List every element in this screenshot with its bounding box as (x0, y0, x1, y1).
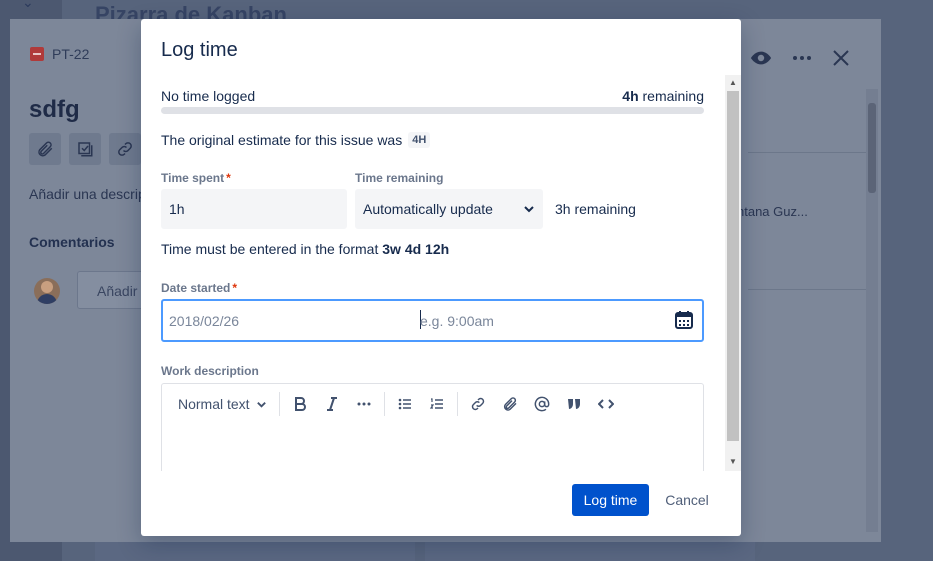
mention-button[interactable] (526, 390, 558, 418)
bullet-list-icon (398, 398, 411, 410)
chevron-down-icon: ⌄ (22, 0, 34, 10)
toolbar-divider (456, 392, 458, 416)
text-style-dropdown[interactable]: Normal text (170, 390, 275, 418)
insert-link-button[interactable] (462, 390, 494, 418)
estimate-row: The original estimate for this issue was… (161, 132, 431, 148)
chevron-down-icon (256, 401, 266, 408)
estimate-badge: 4H (408, 132, 431, 148)
issue-title[interactable]: sdfg (29, 96, 80, 124)
code-icon (597, 399, 614, 409)
bold-icon (294, 397, 306, 411)
issue-header-actions (750, 47, 850, 69)
remaining-after-text: 3h remaining (555, 201, 636, 217)
checklist-icon (78, 142, 93, 157)
board-card (425, 542, 755, 561)
text-style-value: Normal text (178, 396, 250, 412)
italic-icon (326, 397, 337, 411)
time-input[interactable]: e.g. 9:00am (420, 313, 494, 329)
format-example: 3w 4d 12h (382, 241, 450, 257)
bullet-list-button[interactable] (389, 390, 421, 418)
time-spent-input[interactable]: 1h (161, 189, 347, 229)
attach-file-button[interactable] (494, 390, 526, 418)
subtask-button[interactable] (69, 133, 101, 165)
time-logged-text: No time logged (161, 88, 256, 104)
remaining-value: 4h (622, 88, 639, 104)
required-asterisk: * (232, 281, 238, 295)
scroll-up-icon[interactable]: ▲ (729, 78, 737, 87)
numbered-list-button[interactable] (421, 390, 453, 418)
comments-heading: Comentarios (29, 234, 115, 250)
remaining-suffix: remaining (642, 88, 704, 104)
calendar-icon[interactable] (674, 310, 694, 330)
board-card (95, 542, 415, 561)
at-icon (534, 396, 549, 412)
log-time-button[interactable]: Log time (572, 484, 649, 516)
date-started-label-text: Date started (161, 281, 231, 295)
time-spent-label-text: Time spent (161, 171, 225, 185)
scrollbar-thumb[interactable] (868, 103, 876, 193)
dialog-footer: Log time Cancel (141, 471, 741, 536)
link-icon (118, 142, 132, 156)
format-hint-text: Time must be entered in the format (161, 241, 379, 257)
avatar (34, 278, 60, 304)
time-spent-label: Time spent * (161, 171, 231, 185)
paperclip-icon (38, 141, 53, 157)
date-input[interactable]: 2018/02/26 (169, 313, 239, 329)
italic-button[interactable] (316, 390, 348, 418)
more-icon (357, 402, 371, 406)
link-issue-button[interactable] (109, 133, 141, 165)
paperclip-icon (503, 397, 517, 411)
editor-toolbar: Normal text (162, 384, 622, 424)
bold-button[interactable] (284, 390, 316, 418)
date-started-field[interactable]: 2018/02/26 e.g. 9:00am (161, 299, 704, 342)
eye-icon (750, 51, 772, 65)
divider (748, 152, 866, 153)
toolbar-divider (383, 392, 385, 416)
more-formatting-button[interactable] (348, 390, 380, 418)
issue-key-label: PT-22 (52, 46, 90, 62)
work-description-editor[interactable]: Normal text (161, 383, 704, 471)
remaining-summary: 4h remaining (622, 88, 704, 104)
work-description-label: Work description (161, 364, 259, 378)
watch-button[interactable] (750, 47, 772, 69)
dialog-title: Log time (161, 39, 238, 61)
divider (748, 289, 866, 290)
chevron-down-icon (524, 206, 534, 213)
estimate-text: The original estimate for this issue was (161, 132, 403, 148)
description-placeholder[interactable]: Añadir una descripción... (29, 186, 141, 202)
time-remaining-label: Time remaining (355, 171, 444, 185)
dialog-scrollbar[interactable]: ▲ ▼ (725, 75, 741, 471)
more-icon (793, 56, 811, 60)
time-remaining-select-value: Automatically update (363, 201, 493, 217)
numbered-list-icon (429, 398, 443, 409)
close-icon (833, 50, 849, 66)
time-tracking-summary: No time logged 4h remaining (161, 88, 704, 104)
time-progress-bar (161, 107, 704, 114)
date-started-label: Date started * (161, 281, 237, 295)
attach-button[interactable] (29, 133, 61, 165)
time-remaining-select[interactable]: Automatically update (355, 189, 543, 229)
toolbar-divider (278, 392, 280, 416)
cancel-button[interactable]: Cancel (656, 484, 718, 516)
issue-toolbar (29, 133, 141, 165)
code-button[interactable] (590, 390, 622, 418)
time-spent-value: 1h (169, 201, 185, 217)
required-asterisk: * (226, 171, 231, 185)
dialog-body: No time logged 4h remaining The original… (141, 75, 741, 471)
log-time-dialog: Log time No time logged 4h remaining The… (141, 19, 741, 536)
quote-icon (567, 399, 580, 409)
quote-button[interactable] (558, 390, 590, 418)
more-button[interactable] (792, 55, 812, 61)
scrollbar-thumb[interactable] (727, 91, 739, 441)
bug-icon (30, 47, 44, 61)
close-button[interactable] (832, 49, 850, 67)
scroll-down-icon[interactable]: ▼ (729, 457, 737, 466)
assignee-name: ntana Guz... (737, 204, 808, 219)
format-hint: Time must be entered in the format 3w 4d… (161, 241, 449, 257)
link-icon (471, 397, 484, 411)
issue-key[interactable]: PT-22 (30, 46, 89, 62)
issue-scrollbar[interactable] (866, 89, 878, 532)
